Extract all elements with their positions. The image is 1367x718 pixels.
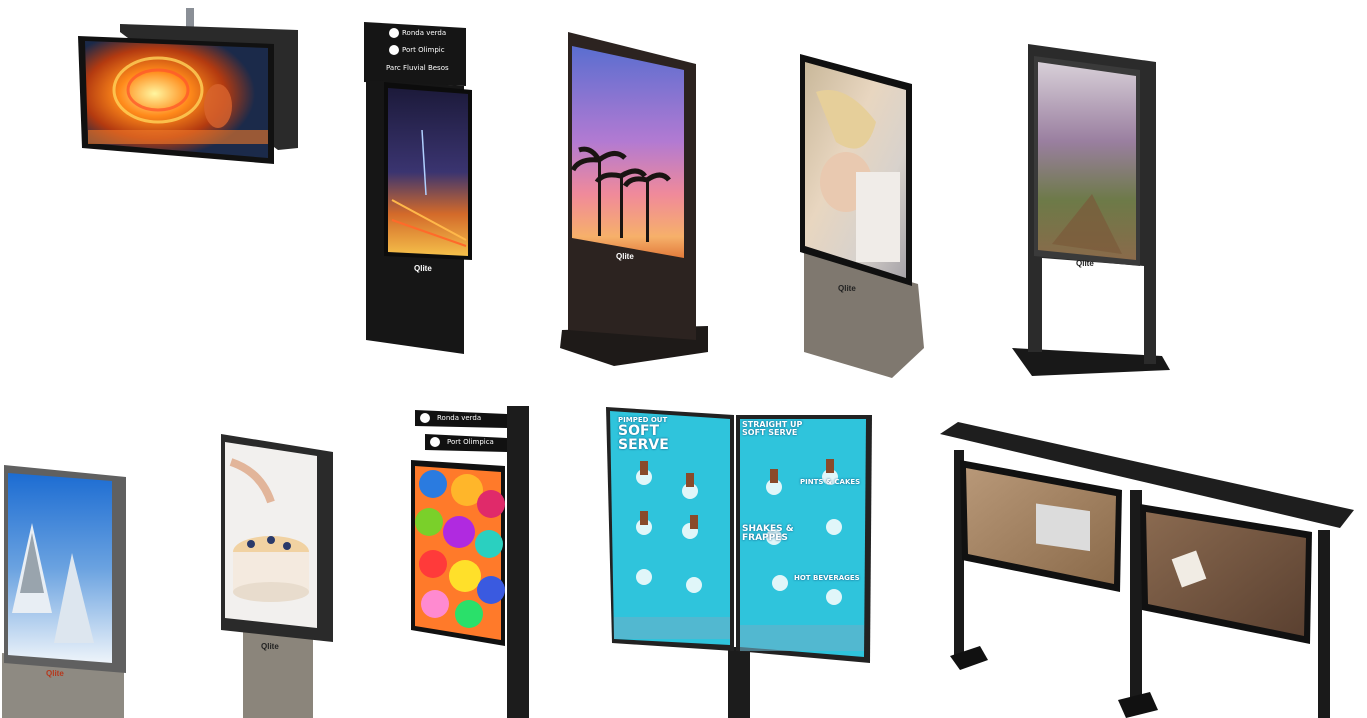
shelter-graphic [940, 422, 1354, 718]
brand-logo: Qlite [46, 669, 64, 678]
umbrella-kiosk-graphic [411, 406, 529, 718]
ceiling-display-graphic [78, 8, 298, 164]
brand-logo: Qlite [1076, 259, 1094, 268]
brand-logo: Qlite [261, 642, 279, 651]
sign-line-2: Port Olimpica [447, 438, 494, 446]
right-menu-line-2: SOFT SERVE [742, 428, 798, 437]
right-menu-heading: STRAIGHT UP SOFT SERVE [742, 421, 802, 437]
totem-fashion: Qlite [796, 52, 930, 378]
dual-menu-board: PIMPED OUT SOFT SERVE STRAIGHT UP SOFT S… [604, 407, 874, 718]
sign-line-3: Parc Fluvial Besos [386, 64, 449, 72]
right-menu-section-2: SHAKES & FRAPPES [742, 525, 794, 543]
wayfinding-kiosk: Ronda verda Port Olimpic Parc Fluvial Be… [362, 20, 477, 356]
sign-line-1: Ronda verda [437, 414, 482, 422]
brand-logo: Qlite [414, 264, 432, 273]
totem-cake: Qlite [221, 432, 335, 718]
wayfinding-pole-umbrellas: Ronda verda Port Olimpica [409, 404, 533, 718]
left-menu-line-2: SOFT [618, 423, 660, 439]
menu-board-graphic [606, 407, 872, 718]
totem-fashion-graphic [800, 54, 924, 378]
right-menu-line-5: FRAPPES [742, 533, 788, 543]
sign-line-2: Port Olimpic [402, 46, 445, 54]
left-menu-line-3: SERVE [618, 437, 669, 453]
totem-cake-graphic [221, 434, 333, 718]
right-menu-section-1: PINTS & CAKES [800, 478, 861, 486]
totem-frame-park: Qlite [1012, 44, 1172, 376]
ceiling-mounted-display [78, 8, 303, 166]
totem-palm-graphic [560, 32, 708, 366]
totem-winter: Qlite [2, 463, 130, 718]
totem-winter-graphic [2, 465, 126, 718]
sign-line-1: Ronda verda [402, 29, 447, 37]
outdoor-dual-screen-shelter [940, 420, 1358, 718]
totem-palm-sunset: Qlite [558, 30, 714, 368]
left-menu-heading: PIMPED OUT SOFT SERVE [618, 417, 669, 453]
right-menu-section-3: HOT BEVERAGES [794, 574, 860, 582]
brand-logo: Qlite [616, 252, 634, 261]
brand-logo: Qlite [838, 284, 856, 293]
frame-park-graphic [1012, 44, 1170, 376]
